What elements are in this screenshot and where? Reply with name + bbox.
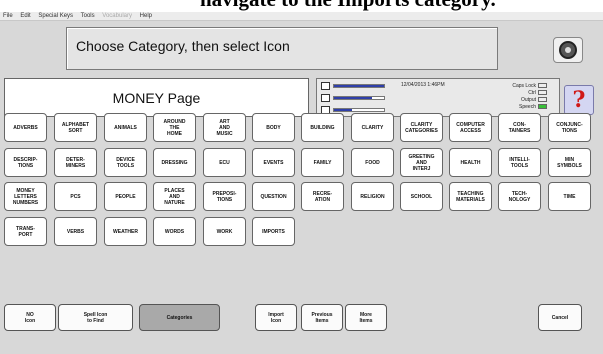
previous-items-button[interactable]: Previous Items	[301, 304, 343, 331]
category-ecu[interactable]: ECU	[203, 148, 246, 177]
menu-vocabulary[interactable]: Vocabulary	[102, 13, 132, 19]
menu-edit[interactable]: Edit	[20, 13, 30, 19]
caption-text: navigate to the Imports category.	[200, 0, 496, 12]
menu-special-keys[interactable]: Special Keys	[38, 13, 73, 19]
categories-button[interactable]: Categories	[139, 304, 220, 331]
page-title: MONEY Page	[4, 78, 309, 117]
category-weather[interactable]: WEATHER	[104, 217, 147, 246]
category-family[interactable]: FAMILY	[301, 148, 344, 177]
help-button[interactable]: ?	[564, 85, 594, 115]
menu-file[interactable]: File	[3, 13, 13, 19]
instruction-prompt: Choose Category, then select Icon	[66, 27, 498, 70]
category-places-and-nature[interactable]: PLACES AND NATURE	[153, 182, 196, 211]
category-money-letters-numbers[interactable]: MONEY LETTERS NUMBERS	[4, 182, 47, 211]
status-panel: 12/04/2013 1:46PM Caps Lock Ctrl Output …	[316, 78, 560, 117]
menu-bar: File Edit Special Keys Tools Vocabulary …	[0, 12, 603, 21]
category-words[interactable]: WORDS	[153, 217, 196, 246]
category-device-tools[interactable]: DEVICE TOOLS	[104, 148, 147, 177]
category-recre-ation[interactable]: RECRE- ATION	[301, 182, 344, 211]
caps-lock-indicator: Caps Lock	[497, 82, 547, 89]
category-alphabet-sort[interactable]: ALPHABET SORT	[54, 113, 97, 142]
category-pcs[interactable]: PCS	[54, 182, 97, 211]
datetime: 12/04/2013 1:46PM	[401, 82, 445, 88]
category-imports[interactable]: IMPORTS	[252, 217, 295, 246]
category-question[interactable]: QUESTION	[252, 182, 295, 211]
tutorial-caption: navigate to the Imports category.	[0, 0, 603, 12]
category-animals[interactable]: ANIMALS	[104, 113, 147, 142]
category-around-the-home[interactable]: AROUND THE HOME	[153, 113, 196, 142]
gear-icon	[559, 41, 577, 59]
category-intelli-tools[interactable]: INTELLI- TOOLS	[498, 148, 541, 177]
category-religion[interactable]: RELIGION	[351, 182, 394, 211]
key-indicators: Caps Lock Ctrl Output Speech	[497, 82, 547, 110]
category-descrip-tions[interactable]: DESCRIP- TIONS	[4, 148, 47, 177]
no-icon-button[interactable]: NO Icon	[4, 304, 56, 331]
category-food[interactable]: FOOD	[351, 148, 394, 177]
settings-button[interactable]	[553, 37, 583, 63]
category-health[interactable]: HEALTH	[449, 148, 492, 177]
category-conjunc-tions[interactable]: CONJUNC- TIONS	[548, 113, 591, 142]
menu-tools[interactable]: Tools	[81, 13, 95, 19]
speaker-icon	[321, 94, 330, 102]
category-body[interactable]: BODY	[252, 113, 295, 142]
category-work[interactable]: WORK	[203, 217, 246, 246]
category-computer-access[interactable]: COMPUTER ACCESS	[449, 113, 492, 142]
category-dressing[interactable]: DRESSING	[153, 148, 196, 177]
category-tech-nology[interactable]: TECH- NOLOGY	[498, 182, 541, 211]
category-school[interactable]: SCHOOL	[400, 182, 443, 211]
category-people[interactable]: PEOPLE	[104, 182, 147, 211]
category-deter-miners[interactable]: DETER- MINERS	[54, 148, 97, 177]
more-items-button[interactable]: More Items	[345, 304, 387, 331]
app-window: File Edit Special Keys Tools Vocabulary …	[0, 12, 603, 354]
category-clarity[interactable]: CLARITY	[351, 113, 394, 142]
battery-icon	[321, 82, 330, 90]
category-adverbs[interactable]: ADVERBS	[4, 113, 47, 142]
import-icon-button[interactable]: Import Icon	[255, 304, 297, 331]
ctrl-indicator: Ctrl	[497, 89, 547, 96]
category-min-symbols[interactable]: MIN SYMBOLS	[548, 148, 591, 177]
category-preposi-tions[interactable]: PREPOSI- TIONS	[203, 182, 246, 211]
category-clarity-categories[interactable]: CLARITY CATEGORIES	[400, 113, 443, 142]
speech-indicator: Speech	[497, 103, 547, 110]
cancel-button[interactable]: Cancel	[538, 304, 582, 331]
category-verbs[interactable]: VERBS	[54, 217, 97, 246]
menu-help[interactable]: Help	[140, 13, 152, 19]
battery-level	[321, 82, 385, 90]
output-indicator: Output	[497, 96, 547, 103]
volume-level[interactable]	[321, 94, 385, 102]
spell-icon-to-find-button[interactable]: Spell Icon to Find	[58, 304, 133, 331]
category-teaching-materials[interactable]: TEACHING MATERIALS	[449, 182, 492, 211]
category-greeting-and-interj[interactable]: GREETING AND INTERJ	[400, 148, 443, 177]
category-events[interactable]: EVENTS	[252, 148, 295, 177]
category-art-and-music[interactable]: ART AND MUSIC	[203, 113, 246, 142]
category-building[interactable]: BUILDING	[301, 113, 344, 142]
category-time[interactable]: TIME	[548, 182, 591, 211]
category-trans-port[interactable]: TRANS- PORT	[4, 217, 47, 246]
category-con-tainers[interactable]: CON- TAINERS	[498, 113, 541, 142]
